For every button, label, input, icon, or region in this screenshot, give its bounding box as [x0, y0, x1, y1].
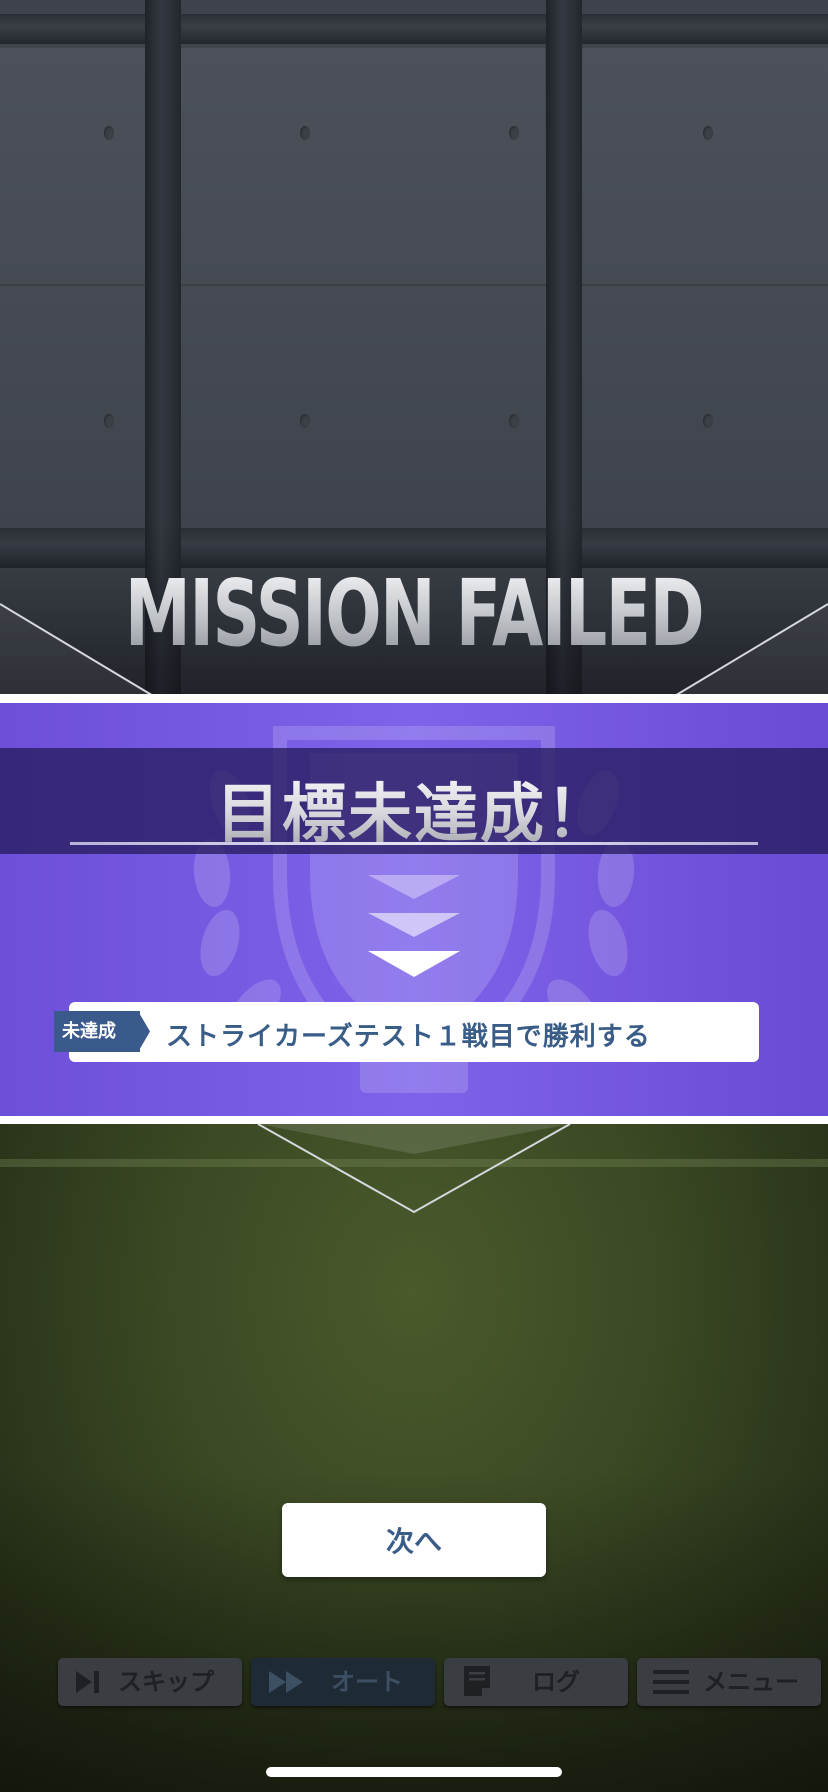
- skip-label: スキップ: [118, 1668, 214, 1696]
- skip-icon: [76, 1671, 99, 1693]
- hamburger-icon: [653, 1670, 689, 1694]
- log-button[interactable]: ログ: [444, 1658, 628, 1706]
- mission-description: ストライカーズテスト１戦目で勝利する: [166, 1022, 651, 1052]
- mission-failed-title: MISSION FAILED: [116, 568, 712, 660]
- arrow-right-icon: [128, 1011, 150, 1052]
- menu-button[interactable]: メニュー: [637, 1658, 821, 1706]
- divider-top: [0, 694, 828, 703]
- result-panel: 目標未達成！ 未達成 ストライカーズテスト１戦目で勝利する: [0, 703, 828, 1116]
- auto-label: オート: [331, 1668, 403, 1696]
- divider-bottom: [0, 1116, 828, 1124]
- home-indicator[interactable]: [266, 1767, 562, 1777]
- document-icon: [464, 1666, 490, 1696]
- log-label: ログ: [532, 1668, 580, 1696]
- next-button[interactable]: 次へ: [282, 1503, 546, 1577]
- chevron-down-icon: [368, 875, 460, 977]
- fast-forward-icon: [269, 1671, 303, 1693]
- heading-underline: [70, 842, 758, 845]
- menu-label: メニュー: [703, 1668, 799, 1696]
- skip-button[interactable]: スキップ: [58, 1658, 242, 1706]
- auto-button[interactable]: オート: [251, 1658, 435, 1706]
